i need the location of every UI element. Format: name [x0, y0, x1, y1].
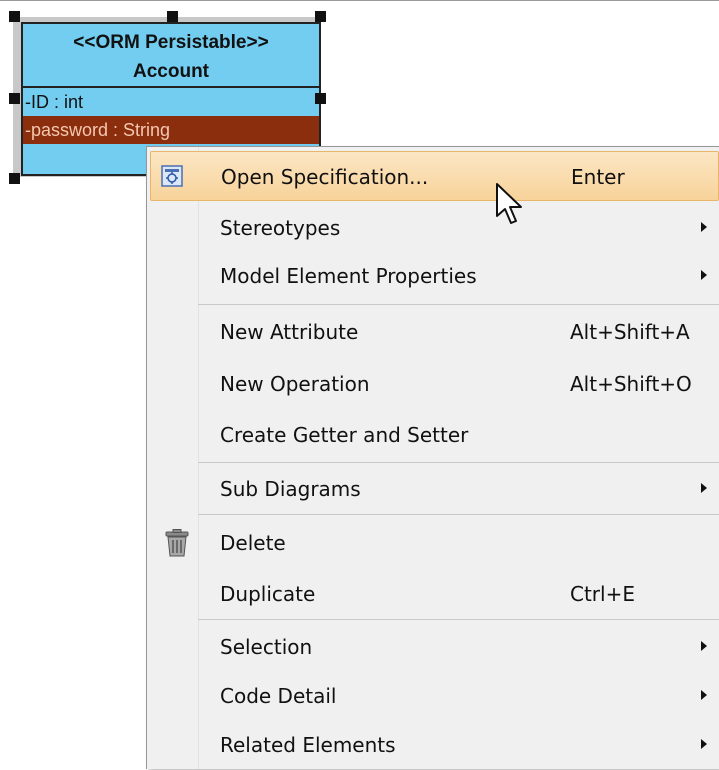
- attribute-id[interactable]: -ID : int: [23, 88, 319, 116]
- submenu-arrow-icon: [701, 483, 707, 493]
- menu-item-label: Code Detail: [220, 684, 337, 708]
- menu-item-selection[interactable]: Selection: [150, 622, 719, 672]
- menu-item-model-element-properties[interactable]: Model Element Properties: [150, 251, 719, 301]
- menu-item-open-specification[interactable]: Open Specification... Enter: [150, 151, 719, 201]
- class-header: <<ORM Persistable>> Account: [23, 24, 319, 88]
- resize-handle-bottom-left[interactable]: [9, 173, 20, 184]
- menu-item-stereotypes[interactable]: Stereotypes: [150, 203, 719, 253]
- menu-item-shortcut: Alt+Shift+O: [570, 372, 692, 396]
- resize-handle-top[interactable]: [167, 11, 178, 22]
- menu-item-label: Duplicate: [220, 582, 316, 606]
- submenu-arrow-icon: [701, 222, 707, 232]
- submenu-arrow-icon: [701, 739, 707, 749]
- submenu-arrow-icon: [701, 641, 707, 651]
- mouse-cursor-icon: [496, 183, 522, 224]
- submenu-arrow-icon: [701, 690, 707, 700]
- menu-item-label: Selection: [220, 635, 313, 659]
- canvas-top-border: [0, 0, 719, 1]
- menu-item-code-detail[interactable]: Code Detail: [150, 671, 719, 721]
- menu-item-related-elements[interactable]: Related Elements: [150, 720, 719, 770]
- menu-item-create-getter-setter[interactable]: Create Getter and Setter: [150, 410, 719, 460]
- menu-separator: [198, 304, 719, 305]
- menu-item-shortcut: Alt+Shift+A: [570, 320, 690, 344]
- menu-item-delete[interactable]: Delete: [150, 518, 719, 568]
- menu-item-shortcut: Ctrl+E: [570, 582, 635, 606]
- menu-separator: [198, 462, 719, 463]
- menu-item-shortcut: Enter: [571, 165, 625, 189]
- menu-item-label: New Operation: [220, 372, 370, 396]
- menu-item-label: Model Element Properties: [220, 264, 477, 288]
- menu-item-new-operation[interactable]: New Operation Alt+Shift+O: [150, 359, 719, 409]
- menu-item-duplicate[interactable]: Duplicate Ctrl+E: [150, 569, 719, 619]
- attribute-password[interactable]: -password : String: [23, 116, 319, 144]
- resize-handle-left[interactable]: [9, 93, 20, 104]
- class-name: Account: [133, 61, 209, 82]
- menu-item-label: New Attribute: [220, 320, 359, 344]
- menu-item-label: Open Specification...: [221, 165, 429, 189]
- menu-item-label: Delete: [220, 531, 286, 555]
- menu-item-label: Sub Diagrams: [220, 477, 361, 501]
- resize-handle-top-right[interactable]: [315, 11, 326, 22]
- resize-handle-right[interactable]: [315, 93, 326, 104]
- class-stereotype: <<ORM Persistable>>: [73, 32, 269, 53]
- menu-item-sub-diagrams[interactable]: Sub Diagrams: [150, 464, 719, 514]
- trash-icon: [165, 529, 189, 557]
- menu-item-label: Stereotypes: [220, 216, 341, 240]
- menu-item-label: Related Elements: [220, 733, 396, 757]
- menu-separator: [198, 514, 719, 515]
- context-menu: Open Specification... Enter Stereotypes …: [146, 146, 719, 769]
- open-specification-icon: [161, 165, 183, 187]
- menu-item-label: Create Getter and Setter: [220, 423, 469, 447]
- menu-separator: [198, 619, 719, 620]
- submenu-arrow-icon: [701, 270, 707, 280]
- resize-handle-top-left[interactable]: [9, 11, 20, 22]
- menu-item-new-attribute[interactable]: New Attribute Alt+Shift+A: [150, 307, 719, 357]
